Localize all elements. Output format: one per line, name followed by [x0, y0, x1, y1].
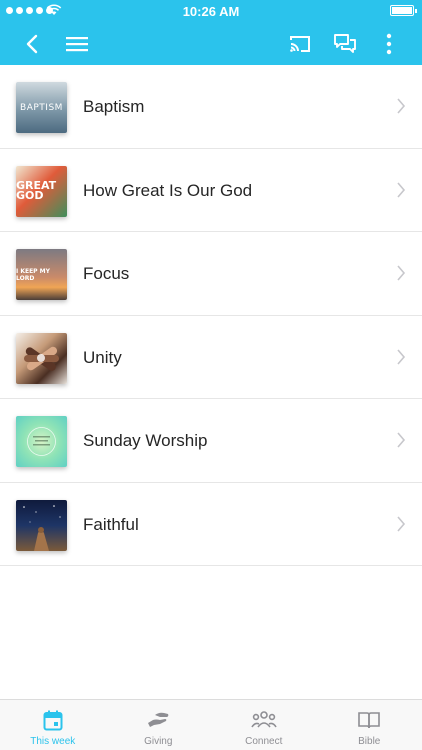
list-item-focus[interactable]: I KEEP MY LORD Focus	[0, 232, 422, 316]
tab-label: Giving	[144, 736, 173, 747]
thumbnail-focus: I KEEP MY LORD	[16, 249, 67, 300]
tab-connect[interactable]: Connect	[211, 700, 317, 750]
more-vertical-icon	[386, 33, 392, 54]
people-group-icon	[251, 709, 277, 731]
giving-hand-icon	[146, 709, 170, 731]
hamburger-menu-icon	[66, 36, 88, 51]
open-book-icon	[358, 709, 381, 731]
calendar-icon	[43, 709, 63, 731]
thumbnail-faithful	[16, 499, 67, 551]
chevron-left-icon	[26, 34, 38, 53]
thumbnail-how-great: GREAT GOD	[16, 165, 67, 217]
thumbnail-text: BAPTISM	[20, 102, 63, 113]
list-item-sunday-worship[interactable]: Sunday Worship	[0, 399, 422, 483]
thumbnail-text: GREAT GOD	[16, 179, 57, 202]
chat-bubbles-icon	[334, 33, 356, 53]
list-item-title: Sunday Worship	[83, 431, 208, 450]
chevron-right-icon	[397, 98, 406, 114]
cast-button[interactable]	[280, 22, 320, 65]
list-item-title: How Great Is Our God	[83, 180, 253, 200]
chevron-right-icon	[397, 515, 406, 532]
back-button[interactable]	[12, 22, 52, 65]
list-item-title: Unity	[83, 347, 122, 367]
list-item-title: Baptism	[83, 97, 145, 116]
sermon-series-list: BAPTISM Baptism GREAT GOD How Great Is O…	[0, 65, 422, 566]
chevron-right-icon	[397, 348, 406, 365]
thumbnail-sunday-worship	[16, 416, 67, 467]
tab-bible[interactable]: Bible	[317, 700, 422, 750]
chat-button[interactable]	[325, 22, 365, 65]
tab-label: Connect	[245, 736, 283, 747]
list-item-faithful[interactable]: Faithful	[0, 483, 422, 566]
navigation-bar	[0, 22, 422, 65]
decorative-pattern-icon	[27, 427, 56, 456]
tab-bar: This week Giving Connect Bible	[0, 699, 422, 750]
thumbnail-unity	[16, 332, 67, 384]
thumbnail-text: I KEEP MY LORD	[16, 267, 50, 282]
list-item-baptism[interactable]: BAPTISM Baptism	[0, 65, 422, 149]
tab-label: Bible	[358, 736, 381, 747]
thumbnail-baptism: BAPTISM	[16, 82, 67, 133]
menu-button[interactable]	[57, 22, 97, 65]
list-item-how-great-is-our-god[interactable]: GREAT GOD How Great Is Our God	[0, 149, 422, 232]
list-item-title: Focus	[83, 264, 130, 283]
battery-icon	[390, 5, 417, 16]
night-sky-figure-icon	[23, 504, 61, 551]
tab-label: This week	[30, 736, 76, 747]
chevron-right-icon	[397, 181, 406, 198]
tab-this-week[interactable]: This week	[0, 700, 106, 750]
chevron-right-icon	[397, 432, 406, 448]
status-time: 10:26 AM	[182, 4, 240, 19]
status-bar: 10:26 AM	[0, 0, 422, 22]
list-item-title: Faithful	[83, 514, 139, 534]
more-options-button[interactable]	[369, 22, 409, 65]
chevron-right-icon	[397, 265, 406, 281]
joined-hands-icon	[24, 346, 59, 371]
list-item-unity[interactable]: Unity	[0, 316, 422, 399]
cast-icon	[290, 35, 310, 52]
tab-giving[interactable]: Giving	[106, 700, 212, 750]
